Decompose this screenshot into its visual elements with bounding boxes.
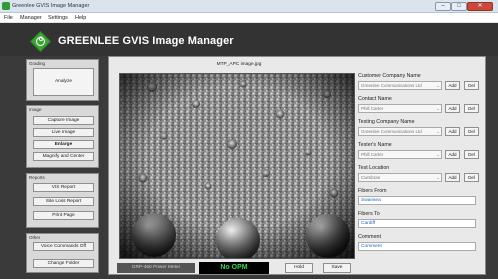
menu-manager[interactable]: Manager: [20, 15, 42, 21]
close-button[interactable]: ✕: [467, 2, 493, 11]
tester-del-button[interactable]: Del: [464, 150, 479, 159]
fibers-from-label: Fibers From: [358, 188, 387, 194]
customer-add-button[interactable]: Add: [445, 81, 460, 90]
print-page-button[interactable]: Print Page: [33, 211, 94, 220]
fibers-to-label: Fibers To: [358, 211, 380, 217]
contact-name-select[interactable]: Phill Carter ⌄: [358, 104, 442, 113]
customer-company-label: Customer Company Name: [358, 73, 421, 79]
testing-del-button[interactable]: Del: [464, 127, 479, 136]
app-title: GREENLEE GVIS Image Manager: [58, 35, 234, 47]
chevron-down-icon: ⌄: [436, 106, 440, 111]
chevron-down-icon: ⌄: [436, 129, 440, 134]
comment-label: Comment: [358, 234, 381, 240]
menu-settings[interactable]: Settings: [48, 15, 68, 21]
app-icon: [2, 2, 10, 10]
tester-name-select[interactable]: Phill Carter ⌄: [358, 150, 442, 159]
menu-bar: File Manager Settings Help: [0, 13, 498, 23]
other-group: Other Voice Commands Off Change Folder: [26, 233, 99, 273]
image-label: Image: [29, 107, 42, 112]
other-label: Other: [29, 235, 41, 240]
testing-company-label: Testing Company Name: [358, 119, 415, 125]
change-folder-button[interactable]: Change Folder: [33, 259, 94, 268]
customer-company-value: Greenlee Communications Ltd: [361, 83, 422, 88]
customer-del-button[interactable]: Del: [464, 81, 479, 90]
main-panel: MTP_APC image.jpg GRP-460 Power Meter No…: [108, 56, 486, 275]
image-group: Image Capture Image Live Image Enlarge M…: [26, 105, 99, 168]
testing-company-select[interactable]: Greenlee Communications Ltd ⌄: [358, 127, 442, 136]
image-filename: MTP_APC image.jpg: [216, 62, 262, 67]
testing-add-button[interactable]: Add: [445, 127, 460, 136]
analyze-button[interactable]: Analyze: [33, 68, 94, 96]
test-location-select[interactable]: Cwmbran ⌄: [358, 173, 442, 182]
chevron-down-icon: ⌄: [436, 175, 440, 180]
power-meter-label: GRP-460 Power Meter: [117, 263, 195, 273]
app-body: G GREENLEE GVIS Image Manager Grading An…: [0, 23, 498, 279]
testing-company-value: Greenlee Communications Ltd: [361, 129, 422, 134]
hold-button[interactable]: Hold: [285, 263, 313, 273]
tester-name-value: Phill Carter: [361, 152, 384, 157]
contact-add-button[interactable]: Add: [445, 104, 460, 113]
location-del-button[interactable]: Del: [464, 173, 479, 182]
menu-help[interactable]: Help: [75, 15, 86, 21]
window-title: Greenlee GVIS Image Manager: [12, 3, 90, 9]
reports-label: Reports: [29, 175, 45, 180]
site-loss-report-button[interactable]: Site Loss Report: [33, 197, 94, 206]
contact-name-label: Contact Name: [358, 96, 392, 102]
contact-name-value: Phill Carter: [361, 106, 384, 111]
grading-group: Grading Analyze: [26, 59, 99, 101]
grading-label: Grading: [29, 61, 46, 66]
test-location-label: Test Location: [358, 165, 390, 171]
fibers-to-input[interactable]: Cardiff: [358, 219, 476, 228]
tester-add-button[interactable]: Add: [445, 150, 460, 159]
power-meter-bar: GRP-460 Power Meter No OPM Hold Save: [117, 262, 357, 274]
menu-file[interactable]: File: [4, 15, 13, 21]
fibers-from-input[interactable]: Swansea: [358, 196, 476, 205]
chevron-down-icon: ⌄: [436, 83, 440, 88]
voice-commands-button[interactable]: Voice Commands Off: [33, 242, 94, 251]
minimize-button[interactable]: –: [435, 2, 451, 11]
app-header: G GREENLEE GVIS Image Manager: [0, 23, 498, 56]
location-add-button[interactable]: Add: [445, 173, 460, 182]
comment-input[interactable]: Comment: [358, 242, 476, 251]
power-meter-reading: No OPM: [199, 262, 269, 274]
tester-name-label: Tester's Name: [358, 142, 392, 148]
live-image-button[interactable]: Live Image: [33, 128, 94, 137]
fiber-image[interactable]: [119, 73, 355, 259]
customer-company-select[interactable]: Greenlee Communications Ltd ⌄: [358, 81, 442, 90]
save-button[interactable]: Save: [323, 263, 351, 273]
magnify-center-button[interactable]: Magnify and Center: [33, 152, 94, 161]
reports-group: Reports VIS Report Site Loss Report Prin…: [26, 173, 99, 228]
maximize-button[interactable]: □: [451, 2, 467, 11]
window-titlebar: Greenlee GVIS Image Manager – □ ✕: [0, 0, 498, 13]
fiber-image-render: [120, 74, 354, 258]
enlarge-button[interactable]: Enlarge: [33, 140, 94, 149]
logo-letter: G: [38, 37, 44, 43]
chevron-down-icon: ⌄: [436, 152, 440, 157]
vis-report-button[interactable]: VIS Report: [33, 183, 94, 192]
capture-image-button[interactable]: Capture Image: [33, 116, 94, 125]
test-location-value: Cwmbran: [361, 175, 381, 180]
contact-del-button[interactable]: Del: [464, 104, 479, 113]
